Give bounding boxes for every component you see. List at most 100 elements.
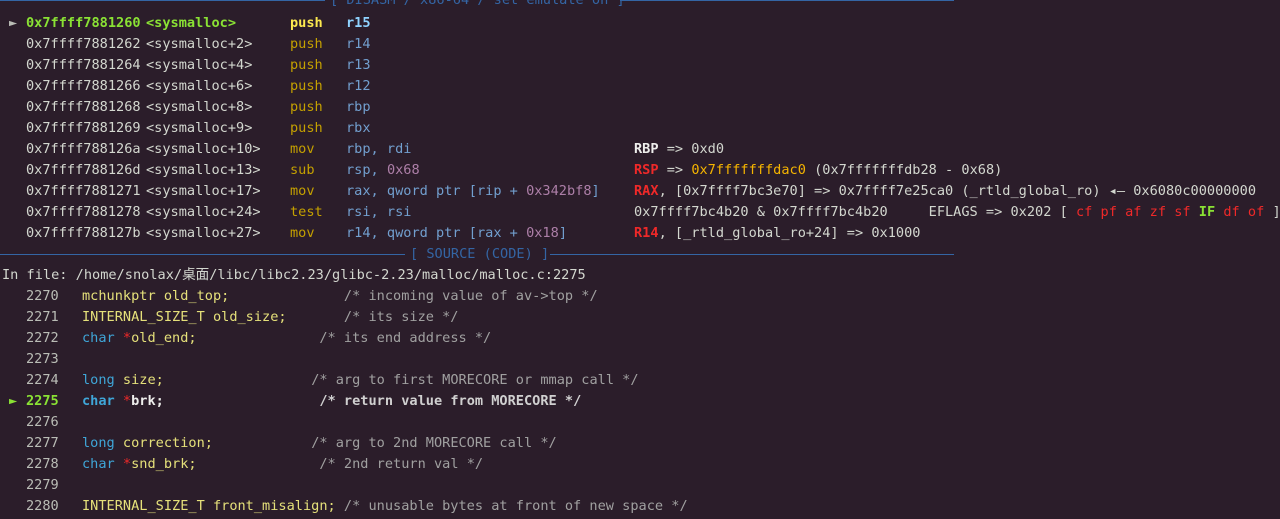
line-number: 2279 [26, 477, 59, 493]
annotation-rbp: RBP => 0xd0 [634, 141, 725, 157]
source-identifier: size; [114, 372, 164, 388]
instruction-mnemonic: push [290, 57, 323, 73]
source-pointer: * [114, 456, 132, 472]
source-comment: /* its end address */ [319, 330, 492, 346]
source-padding [197, 330, 320, 346]
instruction-mnemonic: push [290, 120, 323, 136]
disasm-row[interactable]: 0x7ffff7881278 <sysmalloc+24> test rsi, rsi [0, 202, 630, 223]
disasm-row[interactable]: 0x7ffff7881269 <sysmalloc+9> push rbx [0, 118, 630, 139]
annotation-rsp: RSP => 0x7fffffffdac0 (0x7fffffffdb28 - … [634, 162, 1003, 178]
instruction-operands: r15 [346, 13, 371, 34]
source-line: 2280 INTERNAL_SIZE_T front_misalign; /* u… [0, 496, 900, 517]
instruction-address: 0x7ffff788126a [26, 141, 141, 157]
disasm-row[interactable]: 0x7ffff7881262 <sysmalloc+2> push r14 [0, 34, 630, 55]
source-line: 2274 long size; /* arg to first MORECORE … [0, 370, 900, 391]
disasm-row[interactable]: 0x7ffff7881266 <sysmalloc+6> push r12 [0, 76, 630, 97]
disasm-row[interactable]: ► 0x7ffff7881260 <sysmalloc> push r15 [0, 13, 630, 34]
line-number: 2273 [26, 351, 59, 367]
source-comment: /* incoming value of av->top */ [343, 288, 598, 304]
instruction-mnemonic: test [290, 204, 323, 220]
source-separator: [ SOURCE (CODE) ] [0, 244, 954, 265]
line-number: 2271 [26, 309, 59, 325]
line-number: 2270 [26, 288, 59, 304]
source-type: char [82, 393, 115, 409]
instruction-mnemonic: sub [290, 162, 315, 178]
source-comment: /* arg to first MORECORE or mmap call */ [311, 372, 639, 388]
operand-text: r12 [346, 78, 371, 94]
source-identifier: old_end; [131, 330, 197, 346]
disasm-row[interactable]: 0x7ffff788126a <sysmalloc+10> mov rbp, rdi [0, 139, 630, 160]
source-padding [164, 393, 320, 409]
current-instruction-marker: ► [9, 15, 18, 31]
line-number: 2278 [26, 456, 59, 472]
source-line: 2271 INTERNAL_SIZE_T old_size; /* its siz… [0, 307, 900, 328]
source-identifier: old_size; [204, 309, 287, 325]
source-padding [287, 309, 344, 325]
disasm-row[interactable]: 0x7ffff7881268 <sysmalloc+8> push rbp [0, 97, 630, 118]
operand-immediate: 0x18 [526, 225, 559, 241]
source-type: INTERNAL_SIZE_T [82, 498, 205, 514]
instruction-symbol: <sysmalloc+24> [146, 204, 261, 220]
operand-text: ] [558, 225, 567, 241]
source-code: char *brk; /* return value from MORECORE… [82, 391, 581, 412]
source-file-path: /home/snolax/桌面/libc/libc2.23/glibc-2.23… [75, 267, 586, 283]
instruction-address: 0x7ffff7881269 [26, 120, 141, 136]
source-identifier: front_misalign; [204, 498, 336, 514]
instruction-symbol: <sysmalloc+4> [146, 57, 253, 73]
instruction-address: 0x7ffff7881278 [26, 204, 141, 220]
operand-text: rsp, [346, 162, 379, 178]
source-code: char *old_end; /* its end address */ [82, 328, 491, 349]
source-padding [164, 372, 311, 388]
instruction-mnemonic: mov [290, 225, 315, 241]
operand-text: rax, qword ptr [rip + [346, 183, 527, 199]
source-comment: /* return value from MORECORE */ [319, 393, 582, 409]
operand-text: r14, qword ptr [rax + [346, 225, 527, 241]
operand-text: rsi, rsi [346, 204, 412, 220]
annotation-rax: RAX, [0x7ffff7bc3e70] => 0x7ffff7e25ca0 … [634, 183, 1257, 199]
source-line: 2272 char *old_end; /* its end address */ [0, 328, 900, 349]
flag-of: of [1247, 204, 1265, 220]
instruction-operands: rbp [346, 97, 371, 118]
in-file-line: In file: /home/snolax/桌面/libc/libc2.23/g… [2, 267, 586, 283]
operand-immediate: 0x342bf8 [526, 183, 592, 199]
source-type: long [82, 372, 115, 388]
disasm-row[interactable]: 0x7ffff7881264 <sysmalloc+4> push r13 [0, 55, 630, 76]
source-code: long correction; /* arg to 2nd MORECORE … [82, 433, 557, 454]
source-header: [ SOURCE (CODE) ] [410, 246, 550, 262]
line-number: 2275 [26, 393, 59, 409]
annotation-eflags: 0x7ffff7bc4b20 & 0x7ffff7bc4b20 EFLAGS =… [634, 204, 1280, 220]
instruction-operands: rbp, rdi [346, 139, 411, 160]
flag-pf: pf [1100, 204, 1117, 220]
instruction-symbol: <sysmalloc+17> [146, 183, 261, 199]
instruction-mnemonic: push [290, 78, 323, 94]
disasm-row[interactable]: 0x7ffff7881271 <sysmalloc+17> mov rax, qwor… [0, 181, 630, 202]
instruction-symbol: <sysmalloc+27> [146, 225, 261, 241]
instruction-address: 0x7ffff7881271 [26, 183, 141, 199]
instruction-address: 0x7ffff7881260 [26, 15, 141, 31]
disasm-row[interactable]: 0x7ffff788127b <sysmalloc+27> mov r14, qwor… [0, 223, 630, 244]
source-comment: /* arg to 2nd MORECORE call */ [311, 435, 557, 451]
source-code: mchunkptr old_top; /* incoming value of … [82, 286, 598, 307]
current-line-marker: ► [9, 393, 18, 409]
flag-af: af [1125, 204, 1142, 220]
source-comment: /* unusable bytes at front of new space … [343, 498, 688, 514]
disasm-header: [ DISASM / x86-64 / set emulate on ] [330, 0, 625, 8]
source-identifier: correction; [114, 435, 213, 451]
instruction-operands: r13 [346, 55, 371, 76]
instruction-mnemonic: mov [290, 183, 315, 199]
instruction-address: 0x7ffff7881266 [26, 78, 141, 94]
source-padding [197, 456, 320, 472]
line-number: 2272 [26, 330, 59, 346]
operand-immediate: 0x68 [386, 162, 420, 178]
source-type: char [82, 456, 115, 472]
instruction-symbol: <sysmalloc+9> [146, 120, 253, 136]
source-type: INTERNAL_SIZE_T [82, 309, 205, 325]
instruction-symbol: <sysmalloc> [146, 15, 237, 31]
source-padding [213, 435, 311, 451]
operand-text: rbp [346, 99, 371, 115]
disasm-row[interactable]: 0x7ffff788126d <sysmalloc+13> sub rsp, 0x68 [0, 160, 630, 181]
line-number: 2276 [26, 414, 59, 430]
terminal-window: [ DISASM / x86-64 / set emulate on ] ► 0x… [0, 0, 1280, 519]
flag-df: df [1223, 204, 1240, 220]
annotation-r14: R14, [_rtld_global_ro+24] => 0x1000 [634, 225, 921, 241]
